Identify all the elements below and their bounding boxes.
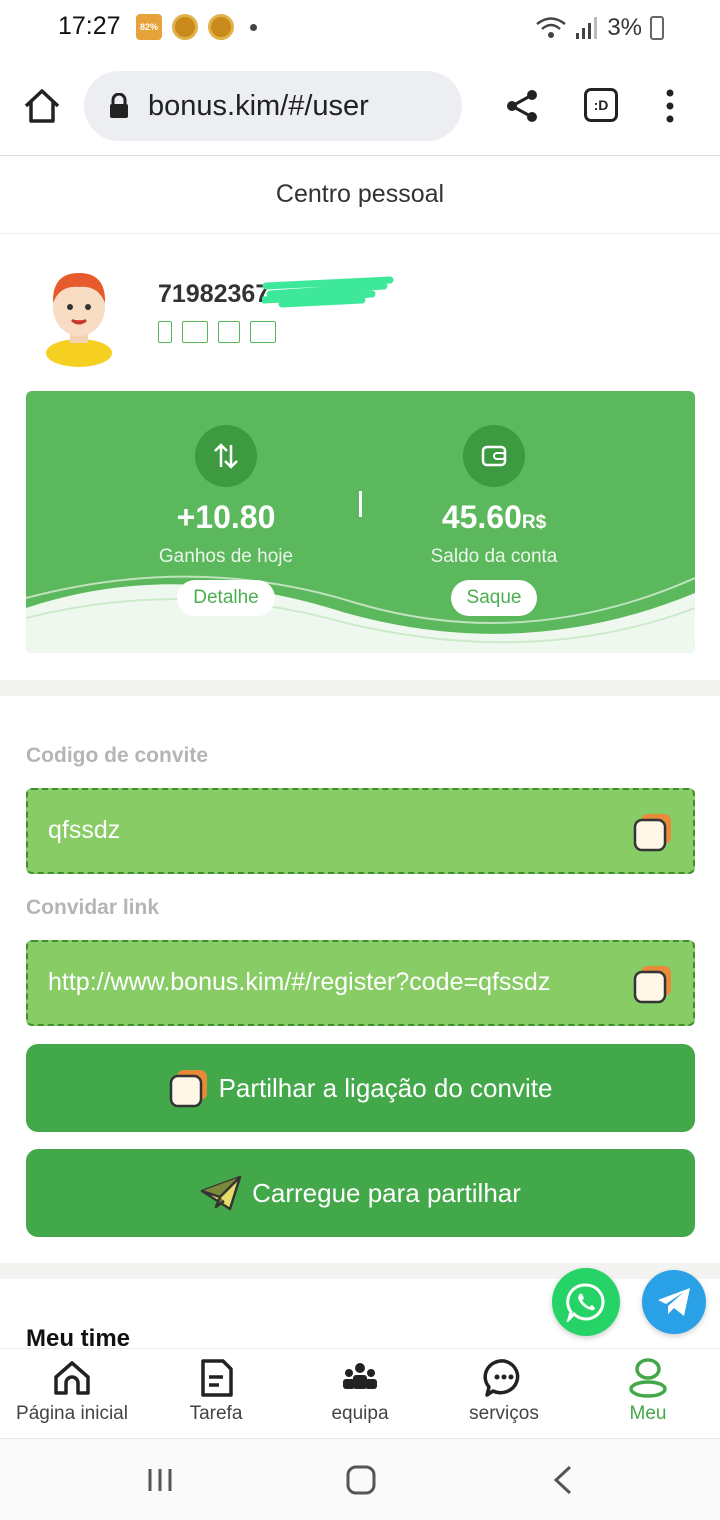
nav-item-services[interactable]: serviços <box>432 1349 576 1438</box>
wallet-icon <box>463 425 525 487</box>
url-text: bonus.kim/#/user <box>148 90 369 122</box>
tab-switcher-button[interactable]: :D <box>584 88 618 122</box>
recent-apps-icon[interactable] <box>144 1465 176 1495</box>
invite-link-value: http://www.bonus.kim/#/register?code=qfs… <box>48 968 551 996</box>
user-id: 71982367 <box>158 280 270 308</box>
share-icon[interactable] <box>504 88 540 124</box>
lock-icon <box>110 93 128 118</box>
home-icon[interactable] <box>22 86 62 126</box>
browser-toolbar: bonus.kim/#/user :D <box>0 58 720 156</box>
team-icon <box>343 1363 377 1389</box>
invite-link-field[interactable]: http://www.bonus.kim/#/register?code=qfs… <box>26 940 695 1026</box>
balance-value: 45.60 <box>441 499 522 535</box>
status-time: 17:27 <box>58 12 121 40</box>
share-invite-link-label: Partilhar a ligação do convite <box>218 1072 553 1103</box>
home-system-icon[interactable] <box>345 1465 377 1495</box>
email-verify-icon <box>250 321 276 343</box>
balance-value-row: 45.60R$ <box>344 499 644 536</box>
document-icon <box>201 1359 233 1397</box>
currency-unit: R$ <box>521 512 547 533</box>
stats-card: +10.80 Ganhos de hoje Detalhe 45.60R$ Sa… <box>26 391 695 653</box>
nav-label-home: Página inicial <box>16 1403 128 1424</box>
withdraw-button[interactable]: Saque <box>450 580 538 616</box>
copy-icon[interactable] <box>633 812 673 852</box>
nav-item-task[interactable]: Tarefa <box>144 1349 288 1438</box>
invite-code-field[interactable]: qfssdz <box>26 788 695 874</box>
phone-verify-icon <box>158 321 172 343</box>
detail-button[interactable]: Detalhe <box>177 580 275 616</box>
paper-plane-icon <box>200 1175 242 1211</box>
invite-link-label: Convidar link <box>26 896 160 919</box>
today-earnings-value: +10.80 <box>176 499 276 535</box>
copy-icon[interactable] <box>633 964 673 1004</box>
verification-icons <box>158 321 276 343</box>
home-icon <box>54 1361 90 1395</box>
face-verify-icon <box>218 321 240 343</box>
invite-code-value: qfssdz <box>48 816 121 844</box>
status-bar: 17:27 82% 3% <box>0 0 720 58</box>
whatsapp-button[interactable] <box>552 1268 620 1336</box>
id-card-icon <box>182 321 208 343</box>
wave-decoration <box>26 575 695 653</box>
nav-item-home[interactable]: Página inicial <box>0 1349 144 1438</box>
nav-label-team: equipa <box>331 1403 389 1424</box>
coin-app-icon-2 <box>208 14 234 40</box>
back-icon[interactable] <box>548 1465 580 1495</box>
nav-item-team[interactable]: equipa <box>288 1349 432 1438</box>
telegram-icon <box>658 1288 690 1316</box>
copy-icon <box>169 1070 207 1108</box>
page-header: Centro pessoal <box>0 156 720 234</box>
coin-app-icon <box>172 14 198 40</box>
app-badge-icon: 82% <box>136 14 162 40</box>
wifi-icon <box>536 17 567 38</box>
nav-item-me[interactable]: Meu <box>576 1349 720 1438</box>
upload-to-share-label: Carregue para partilhar <box>252 1177 521 1208</box>
invite-code-label: Codigo de convite <box>26 744 209 767</box>
section-separator-2 <box>0 1263 720 1279</box>
user-icon <box>629 1358 667 1398</box>
section-separator <box>0 680 720 696</box>
bottom-navigation: Página inicial Tarefa equipa serviços Me… <box>0 1348 720 1438</box>
nav-label-task: Tarefa <box>189 1403 243 1424</box>
avatar <box>46 273 112 367</box>
nav-label-services: serviços <box>469 1403 539 1424</box>
more-notifications-icon <box>250 23 257 31</box>
redaction-scribble <box>262 276 394 308</box>
notification-icons: 82% <box>136 14 257 40</box>
chat-icon <box>483 1359 520 1397</box>
upload-to-share-button[interactable]: Carregue para partilhar <box>26 1149 695 1237</box>
telegram-button[interactable] <box>642 1270 706 1334</box>
nav-label-me: Meu <box>629 1403 667 1424</box>
battery-icon <box>650 16 664 40</box>
address-bar[interactable]: bonus.kim/#/user <box>84 71 462 141</box>
share-invite-link-button[interactable]: Partilhar a ligação do convite <box>26 1044 695 1132</box>
system-navigation <box>0 1438 720 1520</box>
transfer-icon <box>195 425 257 487</box>
system-status: 3% <box>535 14 664 42</box>
whatsapp-icon <box>566 1283 605 1322</box>
battery-percent: 3% <box>607 14 642 41</box>
page-title: Centro pessoal <box>275 180 445 208</box>
more-menu-icon[interactable] <box>662 88 678 124</box>
signal-icon <box>576 17 598 39</box>
